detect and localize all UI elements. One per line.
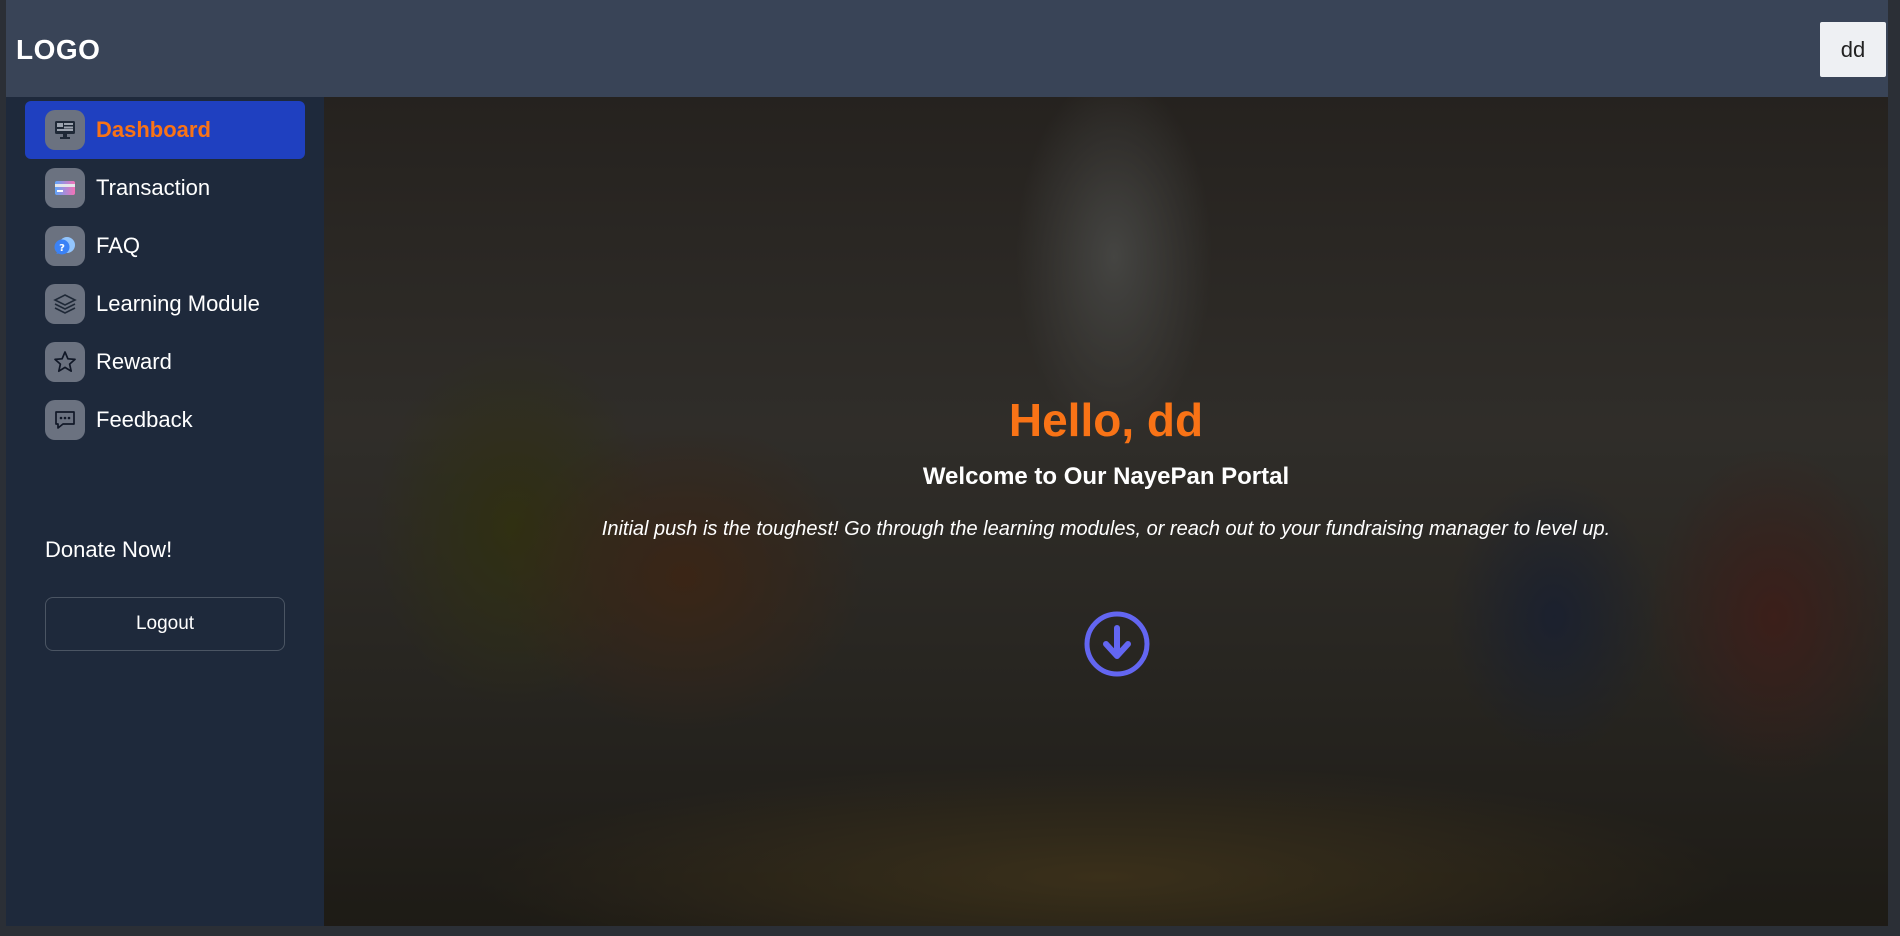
welcome-heading: Welcome to Our NayePan Portal [922,463,1290,490]
hero-banner: Hello, dd Welcome to Our NayePan Portal … [324,97,1888,926]
donate-link[interactable]: Donate Now! [45,537,172,563]
star-icon [45,342,85,382]
arrow-down-circle-icon [1084,611,1150,677]
tagline-text: Initial push is the toughest! Go through… [601,518,1611,540]
sidebar-item-label: Feedback [96,407,193,432]
top-bar: LOGO dd [6,0,1888,97]
layers-icon [45,284,85,324]
sidebar-item-reward[interactable]: Reward [25,333,305,391]
greeting-heading: Hello, dd [1008,394,1204,446]
sidebar-item-label: Dashboard [96,117,211,142]
svg-text:?: ? [59,243,65,254]
sidebar-item-label: Reward [96,349,172,374]
sidebar-item-dashboard[interactable]: Dashboard [25,101,305,159]
sidebar-item-learning-module[interactable]: Learning Module [25,275,305,333]
logout-button[interactable]: Logout [45,597,285,651]
sidebar: Dashboard Transaction ? FAQ Learning Mod… [6,97,324,926]
sidebar-item-faq[interactable]: ? FAQ [25,217,305,275]
scroll-down-button[interactable] [1083,610,1151,678]
chat-bubble-icon [45,400,85,440]
logo[interactable]: LOGO [16,34,100,66]
sidebar-item-label: Learning Module [96,291,260,316]
credit-card-icon [45,168,85,208]
sidebar-item-label: FAQ [96,233,141,258]
sidebar-item-transaction[interactable]: Transaction [25,159,305,217]
sidebar-item-label: Transaction [96,175,211,200]
monitor-icon [45,110,85,150]
app-window: LOGO dd Dashboard Transaction ? FAQ Lear… [6,0,1888,926]
sidebar-item-feedback[interactable]: Feedback [25,391,305,449]
question-bubble-icon: ? [45,226,85,266]
hero-content: Hello, dd Welcome to Our NayePan Portal … [324,97,1888,926]
user-menu-button[interactable]: dd [1820,22,1886,77]
